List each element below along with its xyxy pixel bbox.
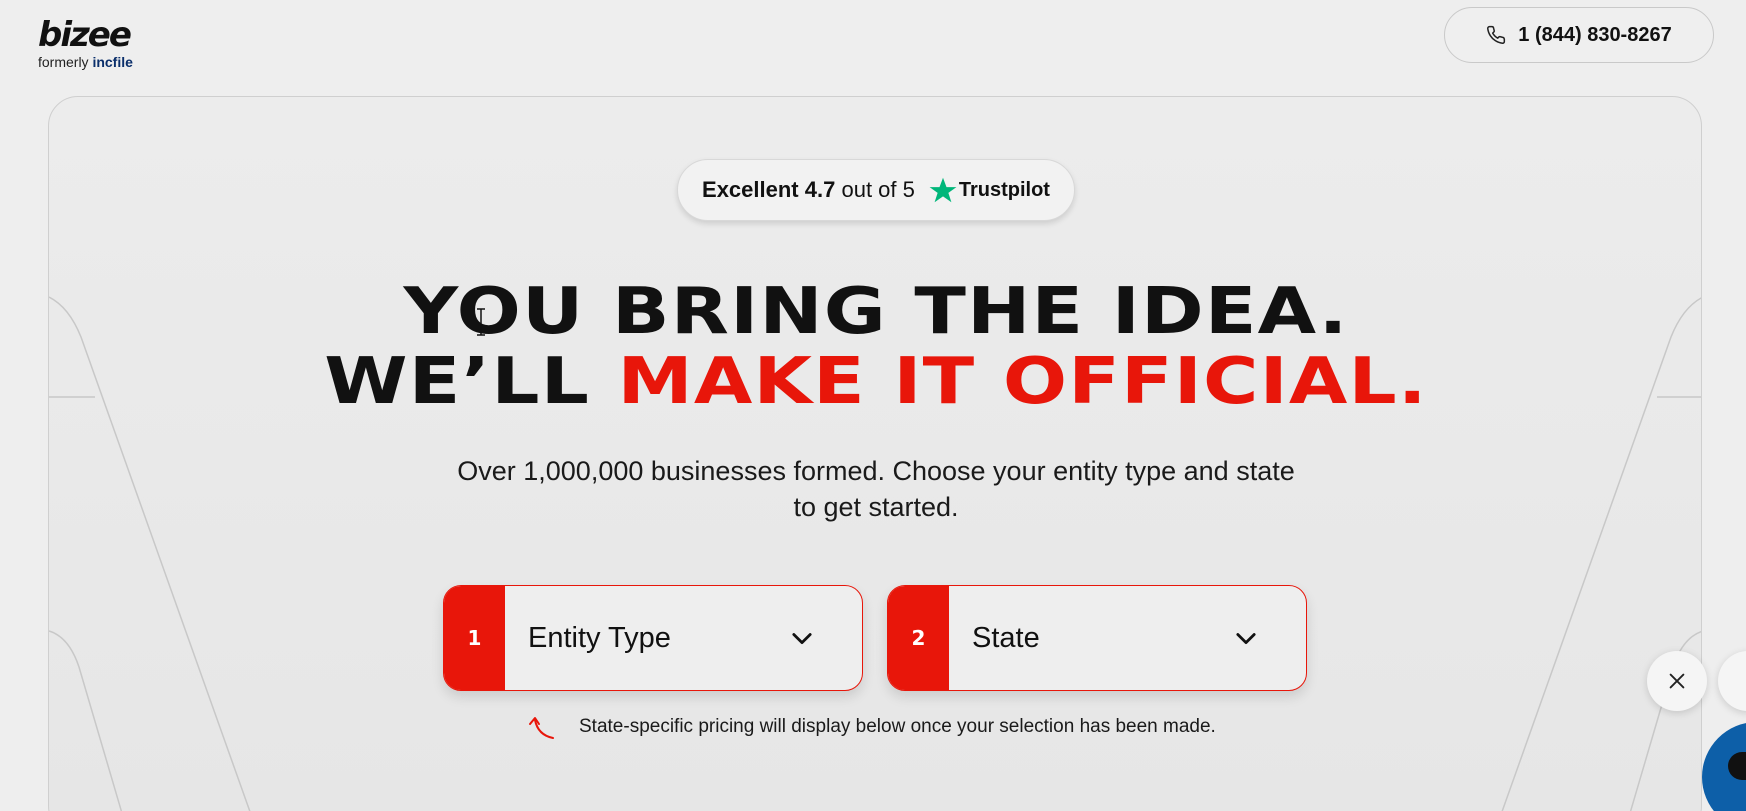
hero-card: Excellent 4.7 out of 5 Trustpilot YOU BR… (48, 96, 1702, 811)
logo-sub-brand: incfile (92, 54, 133, 70)
entity-type-label: Entity Type (528, 621, 671, 654)
trustpilot-label: Trustpilot (958, 178, 1050, 201)
logo-wordmark: bizee (38, 15, 132, 55)
close-chat-button[interactable] (1647, 651, 1707, 711)
state-select[interactable]: 2 State (887, 585, 1307, 691)
headline-line-2-dark: WE’LL (324, 345, 591, 419)
chevron-down-icon (1236, 633, 1256, 645)
phone-icon (1487, 25, 1506, 44)
headline-line-2-red: MAKE IT OFFICIAL. (617, 345, 1428, 419)
chat-launcher-button[interactable] (1702, 722, 1746, 811)
logo-sub-prefix: formerly (38, 54, 89, 70)
pricing-note-text: State-specific pricing will display belo… (579, 716, 1216, 737)
step-number-1: 1 (444, 586, 505, 690)
rating-score: 4.7 (804, 177, 836, 202)
headline-line-1: YOU BRING THE IDEA. (403, 275, 1349, 349)
rating-suffix: out of 5 (841, 177, 915, 202)
subtitle-line-2: to get started. (793, 492, 959, 522)
brand-logo[interactable]: bizee formerly incfile (38, 18, 158, 70)
text-cursor-icon (477, 308, 485, 336)
close-icon (1669, 673, 1685, 689)
chevron-down-icon (792, 633, 812, 645)
rating-prefix: Excellent (702, 177, 799, 202)
subtitle-line-1: Over 1,000,000 businesses formed. Choose… (457, 456, 1295, 486)
trustpilot-rating-badge[interactable]: Excellent 4.7 out of 5 Trustpilot (677, 159, 1075, 221)
curved-arrow-icon (529, 717, 554, 739)
hero-headline: YOU BRING THE IDEA. WE’LL MAKE IT OFFICI… (49, 275, 1701, 419)
headline-line-2: WE’LL MAKE IT OFFICIAL. (49, 345, 1701, 419)
logo-subtitle: formerly incfile (38, 54, 158, 70)
phone-button[interactable]: 1 (844) 830-8267 (1444, 7, 1714, 63)
chat-bubble-icon (1728, 752, 1746, 780)
hero-subtitle: Over 1,000,000 businesses formed. Choose… (49, 453, 1701, 525)
phone-number: 1 (844) 830-8267 (1518, 23, 1672, 46)
trustpilot-star-icon (929, 177, 957, 203)
chat-greeting-pill[interactable] (1718, 651, 1746, 711)
entity-type-select[interactable]: 1 Entity Type (443, 585, 863, 691)
state-label: State (972, 621, 1040, 654)
rating-text: Excellent 4.7 out of 5 (702, 177, 915, 203)
step-number-2: 2 (888, 586, 949, 690)
pricing-note: State-specific pricing will display belo… (527, 712, 1216, 742)
trustpilot-brand: Trustpilot (929, 176, 1050, 204)
